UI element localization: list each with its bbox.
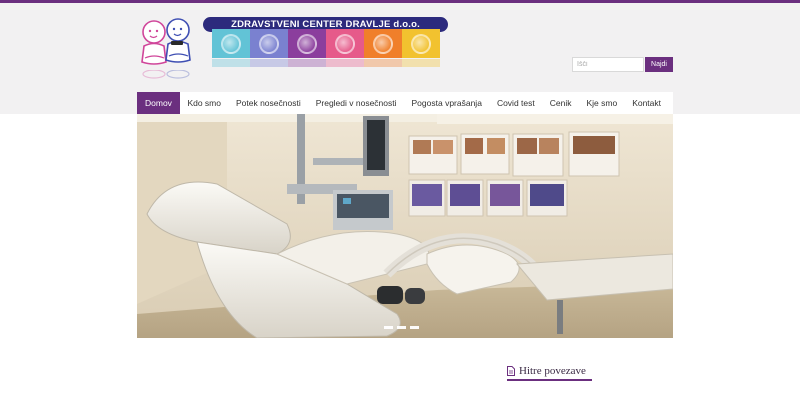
cell-icon bbox=[335, 33, 355, 54]
logo-tile-reflection bbox=[364, 59, 402, 67]
cell-icon bbox=[221, 33, 241, 54]
logo-tile bbox=[212, 29, 250, 58]
logo-tile-reflection bbox=[402, 59, 440, 67]
logo-tile bbox=[364, 29, 402, 58]
nav-item-potek-nosecnosti[interactable]: Potek nosečnosti bbox=[228, 92, 308, 114]
cell-icon bbox=[297, 33, 317, 54]
babies-logo-icon bbox=[141, 18, 191, 65]
nav-item-cenik[interactable]: Cenik bbox=[542, 92, 579, 114]
slider-indicators bbox=[384, 326, 419, 329]
hero-slider[interactable] bbox=[137, 114, 673, 338]
cell-icon bbox=[259, 33, 279, 54]
hero-image bbox=[137, 114, 673, 338]
nav-item-domov[interactable]: Domov bbox=[137, 92, 180, 114]
slider-dot-active[interactable] bbox=[410, 326, 419, 329]
nav-item-kontakt[interactable]: Kontakt bbox=[625, 92, 669, 114]
logo-tile-reflection bbox=[326, 59, 364, 67]
nav-item-pogosta-vprasanja[interactable]: Pogosta vprašanja bbox=[404, 92, 489, 114]
babies-reflection-icon bbox=[142, 70, 190, 79]
logo-tiles bbox=[212, 29, 440, 58]
cell-icon bbox=[411, 33, 431, 54]
site-logo[interactable]: ZDRAVSTVENI CENTER DRAVLJE d.o.o. bbox=[136, 14, 448, 79]
logo-tile bbox=[326, 29, 364, 58]
quick-links-heading: Hitre povezave bbox=[507, 365, 586, 377]
search-input[interactable] bbox=[572, 57, 644, 72]
logo-tile bbox=[402, 29, 440, 58]
nav-item-kje-smo[interactable]: Kje smo bbox=[579, 92, 625, 114]
logo-tile bbox=[250, 29, 288, 58]
slider-dot[interactable] bbox=[397, 326, 406, 329]
nav-item-kdo-smo[interactable]: Kdo smo bbox=[180, 92, 229, 114]
nav-item-pregledi-v-nosecnosti[interactable]: Pregledi v nosečnosti bbox=[308, 92, 404, 114]
quick-links-underline bbox=[507, 379, 592, 381]
nav-item-covid-test[interactable]: Covid test bbox=[489, 92, 542, 114]
logo-tile-reflection bbox=[288, 59, 326, 67]
slider-dot[interactable] bbox=[384, 326, 393, 329]
quick-links-label: Hitre povezave bbox=[519, 365, 586, 377]
logo-tile-reflection bbox=[250, 59, 288, 67]
main-nav: Domov Kdo smo Potek nosečnosti Pregledi … bbox=[137, 92, 673, 114]
search-button[interactable]: Najdi bbox=[645, 57, 673, 72]
logo-tile bbox=[288, 29, 326, 58]
document-icon bbox=[507, 366, 515, 376]
logo-tile-reflection bbox=[212, 59, 250, 67]
logo-tiles-reflection bbox=[212, 59, 440, 67]
cell-icon bbox=[373, 33, 393, 54]
